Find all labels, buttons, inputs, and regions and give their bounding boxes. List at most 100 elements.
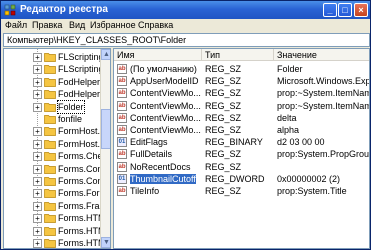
tree-item-label: Forms.HTM [58, 213, 106, 224]
string-value-icon: ab [117, 161, 127, 172]
value-name: ContentViewMo... [130, 112, 201, 123]
expand-icon[interactable]: + [33, 77, 42, 87]
expand-icon[interactable]: + [33, 164, 42, 174]
value-row[interactable]: ab ContentViewMo... REG_SZ alpha [114, 124, 369, 136]
folder-icon [44, 127, 56, 137]
expand-icon[interactable]: + [33, 226, 42, 236]
expand-icon[interactable]: + [33, 139, 42, 149]
folder-icon [44, 77, 56, 87]
value-row[interactable]: ab ContentViewMo... REG_SZ delta [114, 112, 369, 124]
value-data: prop:~System.ItemNam [277, 100, 370, 111]
value-name: NoRecentDocs [130, 161, 191, 172]
registry-editor-window: Редактор реестра _ □ × Файл Правка Вид И… [0, 0, 371, 250]
expand-icon[interactable]: + [33, 214, 42, 224]
tree-item[interactable]: + Forms.HTM [4, 237, 106, 248]
string-value-icon: ab [117, 149, 127, 160]
menu-favorites[interactable]: Избранное [90, 20, 136, 30]
expand-icon[interactable]: + [33, 102, 42, 112]
scroll-up-icon[interactable]: ▲ [101, 49, 110, 60]
tree-item[interactable]: + Forms.Fram [4, 200, 107, 212]
tree-item[interactable]: + FormHost.F [4, 138, 106, 150]
value-name-cell: AppUserModelID [130, 75, 202, 87]
address-bar[interactable]: Компьютер\HKEY_CLASSES_ROOT\Folder [3, 33, 370, 47]
title-bar[interactable]: Редактор реестра _ □ × [1, 1, 370, 19]
expand-icon[interactable]: + [33, 90, 42, 100]
folder-icon [44, 115, 56, 124]
expand-icon[interactable]: + [33, 53, 42, 62]
tree-vertical-scrollbar[interactable]: ▲ ▼ [100, 49, 110, 248]
tree-item[interactable]: + FormHost.F [4, 125, 106, 137]
tree-item[interactable]: + Forms.Com [4, 163, 105, 175]
tree-item-label: Forms.Com [58, 176, 105, 186]
menu-file[interactable]: Файл [5, 20, 27, 30]
column-type[interactable]: Тип [202, 49, 274, 61]
folder-icon [44, 177, 56, 186]
tree-item[interactable]: + FLScripting [4, 63, 104, 75]
string-value-icon: ab [117, 88, 127, 99]
value-row[interactable]: ab NoRecentDocs REG_SZ [114, 161, 369, 173]
tree-item[interactable]: + FodHelper. [4, 76, 104, 88]
value-row[interactable]: ab ContentViewMo... REG_SZ prop:~System.Ite… [114, 100, 370, 112]
minimize-button[interactable]: _ [323, 3, 337, 17]
value-name-cell: ContentViewMo... [130, 100, 202, 112]
string-value-icon: ab [117, 76, 127, 87]
value-type: REG_SZ [205, 76, 242, 87]
expand-icon[interactable]: + [33, 201, 42, 211]
value-row[interactable]: 01 ThumbnailCutoff REG_DWORD 0x00000002 (2) [114, 173, 369, 185]
menu-bar: Файл Правка Вид Избранное Справка [1, 19, 370, 33]
value-name-cell: ThumbnailCutoff [130, 173, 202, 185]
expand-icon[interactable]: + [33, 189, 42, 199]
tree-item-label: fonfile [58, 114, 83, 124]
tree-item[interactable]: + Forms.HTM [4, 212, 106, 224]
tree-item[interactable]: + Forms.Chec [4, 150, 107, 162]
column-name[interactable]: Имя [114, 49, 202, 61]
tree-item-label: FormHost.F [58, 126, 106, 137]
tree-item-label: Folder [57, 99, 85, 114]
tree-item[interactable]: + FLScripting [4, 51, 104, 63]
value-name-cell: ContentViewMo... [130, 112, 202, 124]
value-data: delta [277, 112, 297, 123]
values-list[interactable]: Имя Тип Значение ab (По умолчанию) REG_SZ F… [113, 48, 370, 249]
menu-view[interactable]: Вид [69, 20, 85, 30]
tree-item[interactable]: fonfile [4, 113, 104, 125]
key-tree[interactable]: + FLScripting + FLScripting + FodHelper. + FodH… [3, 48, 111, 249]
value-name-cell: ContentViewMo... [130, 87, 202, 99]
close-button[interactable]: × [354, 3, 368, 17]
scroll-thumb[interactable] [101, 109, 110, 149]
scroll-down-icon[interactable]: ▼ [101, 237, 110, 248]
expand-icon[interactable]: + [33, 152, 42, 162]
value-type: REG_SZ [205, 186, 242, 196]
value-row[interactable]: ab (По умолчанию) REG_SZ Folder [114, 63, 369, 75]
expand-icon[interactable]: + [33, 65, 42, 75]
value-row[interactable]: ab FullDetails REG_SZ prop:System.PropGroup [114, 148, 369, 160]
folder-icon [44, 164, 56, 174]
tree-item[interactable]: + FodHelper. [4, 88, 104, 100]
expand-icon[interactable]: + [33, 239, 42, 248]
folder-icon [44, 214, 56, 224]
value-type: REG_BINARY [205, 137, 263, 148]
expand-icon[interactable]: + [33, 177, 42, 186]
column-value[interactable]: Значение [274, 49, 369, 61]
value-row[interactable]: ab TileInfo REG_SZ prop:System.Title [114, 185, 369, 197]
value-type: REG_SZ [205, 64, 242, 74]
value-name: ContentViewMo... [130, 100, 201, 111]
value-name: EditFlags [130, 137, 168, 148]
expand-icon[interactable]: + [33, 127, 42, 137]
menu-edit[interactable]: Правка [32, 20, 62, 30]
value-row[interactable]: ab AppUserModelID REG_SZ Microsoft.Windows.… [114, 75, 369, 87]
tree-item[interactable]: + Forms.Com [4, 175, 105, 187]
value-type: REG_SZ [205, 161, 242, 172]
menu-help[interactable]: Справка [138, 20, 173, 30]
tree-item[interactable]: + Forms.HTM [4, 225, 106, 237]
value-data: d2 03 00 00 [277, 137, 325, 148]
tree-item[interactable]: + Forms.Form [4, 187, 107, 199]
maximize-button[interactable]: □ [338, 3, 352, 17]
tree-item-label: FormHost.F [58, 138, 106, 149]
string-value-icon: ab [117, 125, 127, 135]
folder-icon [44, 239, 56, 248]
tree-item-label: FodHelper. [58, 76, 103, 87]
value-row[interactable]: ab ContentViewMo... REG_SZ prop:~System.Ite… [114, 87, 369, 99]
tree-item[interactable]: + Folder [4, 99, 104, 114]
value-row[interactable]: 01 EditFlags REG_BINARY d2 03 00 00 [114, 136, 369, 148]
window-title: Редактор реестра [20, 4, 108, 15]
